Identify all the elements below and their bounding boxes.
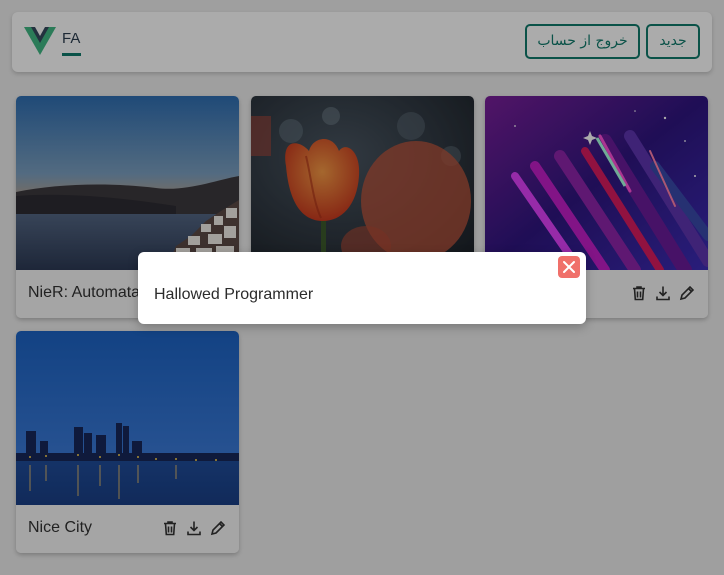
close-icon	[563, 261, 575, 273]
close-button[interactable]	[558, 256, 580, 278]
message-dialog: Hallowed Programmer	[138, 252, 586, 324]
dialog-message: Hallowed Programmer	[154, 286, 314, 303]
page: FA خروج از حساب جدید NieR: Automata Nice…	[0, 0, 724, 575]
